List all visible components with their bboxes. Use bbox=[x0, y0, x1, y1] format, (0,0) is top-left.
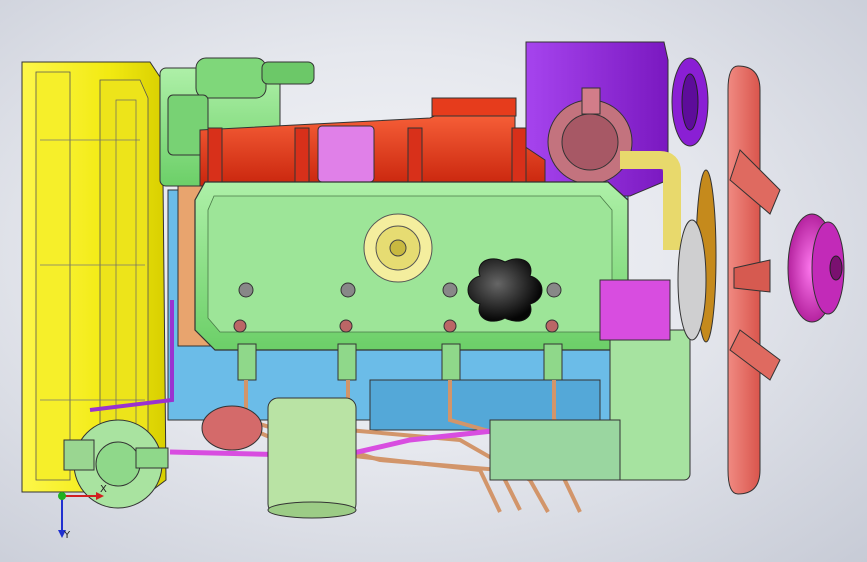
cooling-fan[interactable] bbox=[727, 65, 781, 495]
lift-pump[interactable] bbox=[201, 405, 263, 451]
oil-filter[interactable] bbox=[267, 397, 357, 519]
axis-triad: X Y bbox=[48, 478, 118, 548]
x-axis-label: X bbox=[100, 484, 107, 495]
3d-viewport[interactable]: X Y bbox=[0, 0, 867, 562]
engine-assembly-model[interactable] bbox=[0, 0, 867, 562]
y-axis-label: Y bbox=[64, 530, 71, 541]
valve-cover[interactable] bbox=[194, 181, 629, 351]
fan-pulley[interactable] bbox=[787, 213, 845, 323]
crank-pulley[interactable] bbox=[677, 169, 717, 343]
